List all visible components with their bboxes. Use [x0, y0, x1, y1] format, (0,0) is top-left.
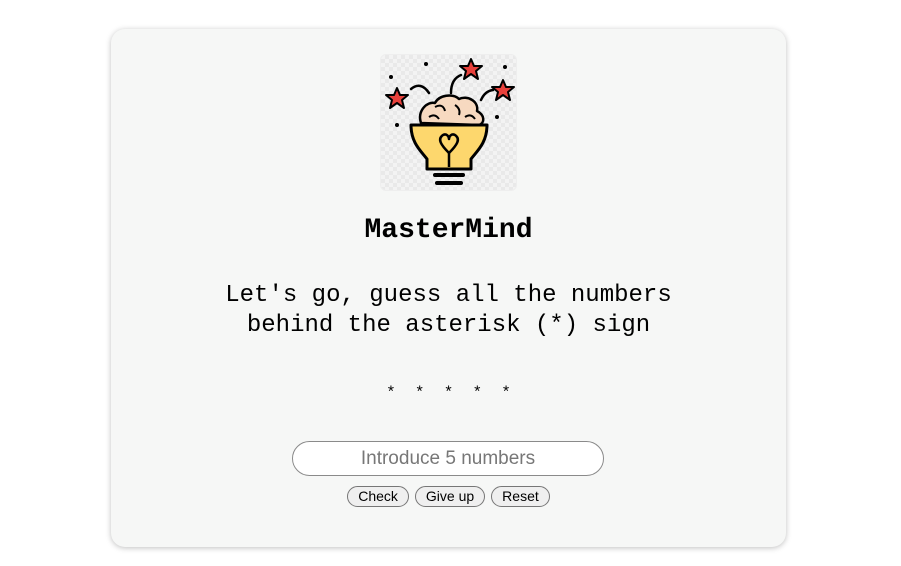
- reset-button[interactable]: Reset: [491, 486, 550, 507]
- hidden-numbers-display: * * * * *: [386, 384, 511, 402]
- page-title: MasterMind: [364, 215, 533, 246]
- check-button[interactable]: Check: [347, 486, 409, 507]
- instructions-line-2: behind the asterisk (*) sign: [246, 312, 651, 339]
- give-up-button[interactable]: Give up: [414, 486, 486, 507]
- instructions-line-1: Let's go, guess all the numbers: [225, 282, 672, 309]
- brain-lightbulb-icon: [380, 54, 517, 191]
- game-card: MasterMind Let's go, guess all the numbe…: [111, 29, 786, 547]
- guess-input[interactable]: [292, 441, 604, 476]
- action-buttons: Check Give up Reset: [111, 486, 786, 507]
- instructions-text: Let's go, guess all the numbers behind t…: [111, 281, 786, 341]
